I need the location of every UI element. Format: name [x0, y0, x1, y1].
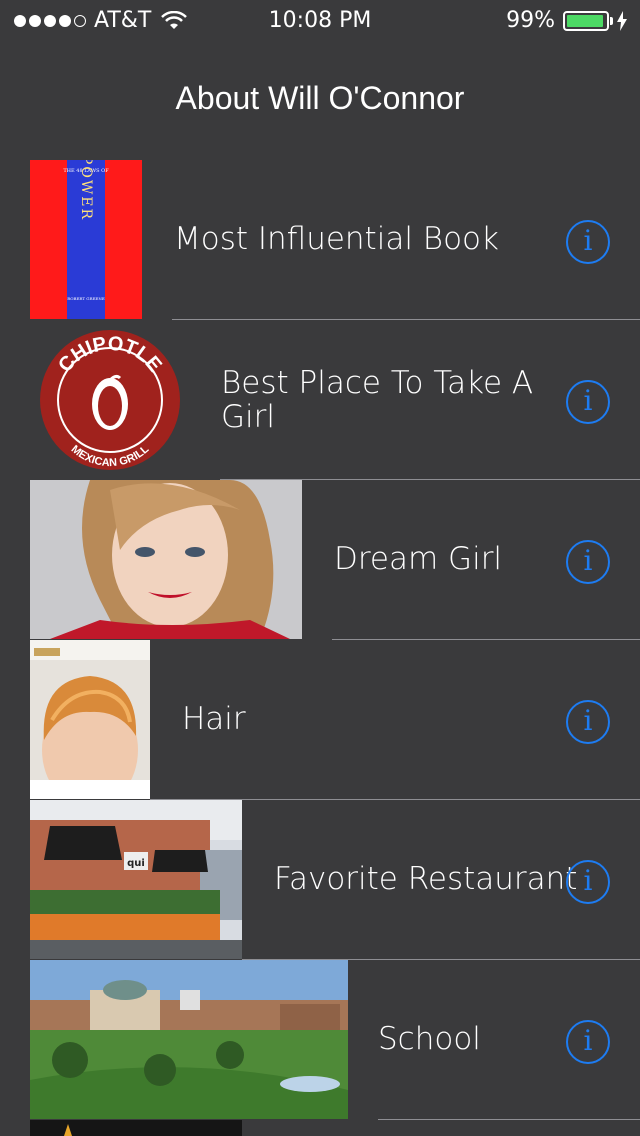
info-icon[interactable]: i — [566, 220, 610, 264]
restaurant-photo: qui — [30, 800, 242, 959]
info-icon[interactable]: i — [566, 540, 610, 584]
dream-girl-photo — [30, 480, 302, 639]
info-icon[interactable]: i — [566, 700, 610, 744]
hair-photo — [30, 640, 150, 799]
status-bar: AT&T 10:08 PM 99% — [0, 0, 640, 40]
info-icon[interactable]: i — [566, 860, 610, 904]
list-item-partial[interactable] — [0, 1120, 640, 1136]
chipotle-logo-image: CHIPOTLE MEXICAN GRILL — [30, 320, 190, 479]
book-cover-author: ROBERT GREENE — [67, 296, 105, 301]
book-cover-image: THE 48 LAWS OF POWER ROBERT GREENE — [30, 160, 142, 319]
list-item-best-place[interactable]: CHIPOTLE MEXICAN GRILL Best Place To Tak… — [0, 320, 640, 480]
page-title: About Will O'Connor — [175, 80, 465, 116]
status-right: 99% — [506, 8, 628, 33]
row-label: Best Place To Take A Girl — [221, 365, 534, 435]
school-campus-photo — [30, 960, 348, 1119]
list-item-school[interactable]: School i — [0, 960, 640, 1120]
row-label: Most Influential Book — [174, 221, 499, 257]
list-item-dream-girl[interactable]: Dream Girl i — [0, 480, 640, 640]
book-cover-title: POWER — [78, 160, 94, 221]
row-label: Dream Girl — [334, 541, 503, 577]
list-item-book[interactable]: THE 48 LAWS OF POWER ROBERT GREENE Most … — [0, 160, 640, 320]
info-icon[interactable]: i — [566, 1020, 610, 1064]
info-icon[interactable]: i — [566, 380, 610, 424]
battery-tip — [610, 16, 613, 25]
battery-icon — [563, 10, 609, 31]
row-label: Hair — [182, 701, 246, 737]
list-item-hair[interactable]: Hair i — [0, 640, 640, 800]
partial-thumb — [30, 1120, 242, 1136]
about-list: THE 48 LAWS OF POWER ROBERT GREENE Most … — [0, 160, 640, 1136]
charging-bolt-icon — [617, 10, 627, 31]
row-label: Favorite Restaurant — [274, 861, 578, 897]
battery-fill — [567, 14, 604, 27]
list-item-restaurant[interactable]: qui Favorite Restaurant i — [0, 800, 640, 960]
restaurant-sign: qui — [127, 858, 145, 869]
row-label: School — [378, 1021, 481, 1057]
battery-percent: 99% — [506, 8, 555, 33]
